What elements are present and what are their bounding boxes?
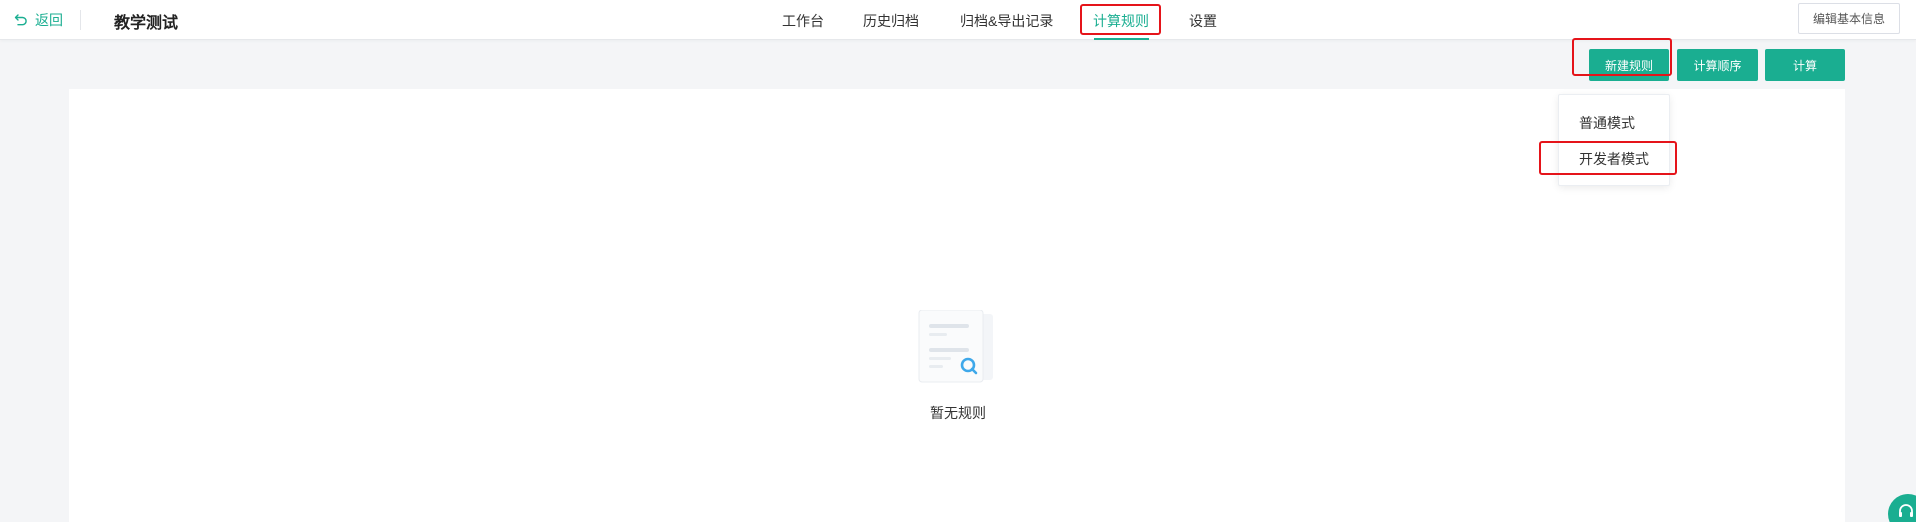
calculate-button[interactable]: 计算	[1765, 49, 1845, 81]
new-rule-dropdown: 普通模式 开发者模式	[1558, 94, 1670, 186]
top-header: 返回 教学测试 工作台 历史归档 归档&导出记录 计算规则 设置 编辑基本信息	[0, 0, 1916, 40]
tab-archive-export-records[interactable]: 归档&导出记录	[960, 11, 1053, 31]
main-nav: 工作台 历史归档 归档&导出记录 计算规则 设置	[0, 0, 1916, 40]
dropdown-item-normal-mode[interactable]: 普通模式	[1579, 113, 1635, 133]
customer-support-button[interactable]	[1888, 494, 1916, 522]
calc-order-button[interactable]: 计算顺序	[1677, 49, 1758, 81]
empty-document-search-icon	[918, 310, 993, 383]
headset-icon	[1899, 504, 1913, 517]
tab-history-archive[interactable]: 历史归档	[863, 11, 919, 31]
tab-workbench[interactable]: 工作台	[782, 11, 824, 31]
empty-state-text: 暂无规则	[930, 405, 986, 421]
tab-calc-rules[interactable]: 计算规则	[1093, 11, 1149, 31]
edit-basic-info-button[interactable]: 编辑基本信息	[1798, 3, 1900, 34]
dropdown-item-developer-mode[interactable]: 开发者模式	[1579, 149, 1649, 169]
tab-settings[interactable]: 设置	[1189, 11, 1217, 31]
active-tab-indicator	[1094, 38, 1149, 40]
new-rule-button[interactable]: 新建规则	[1589, 49, 1669, 81]
